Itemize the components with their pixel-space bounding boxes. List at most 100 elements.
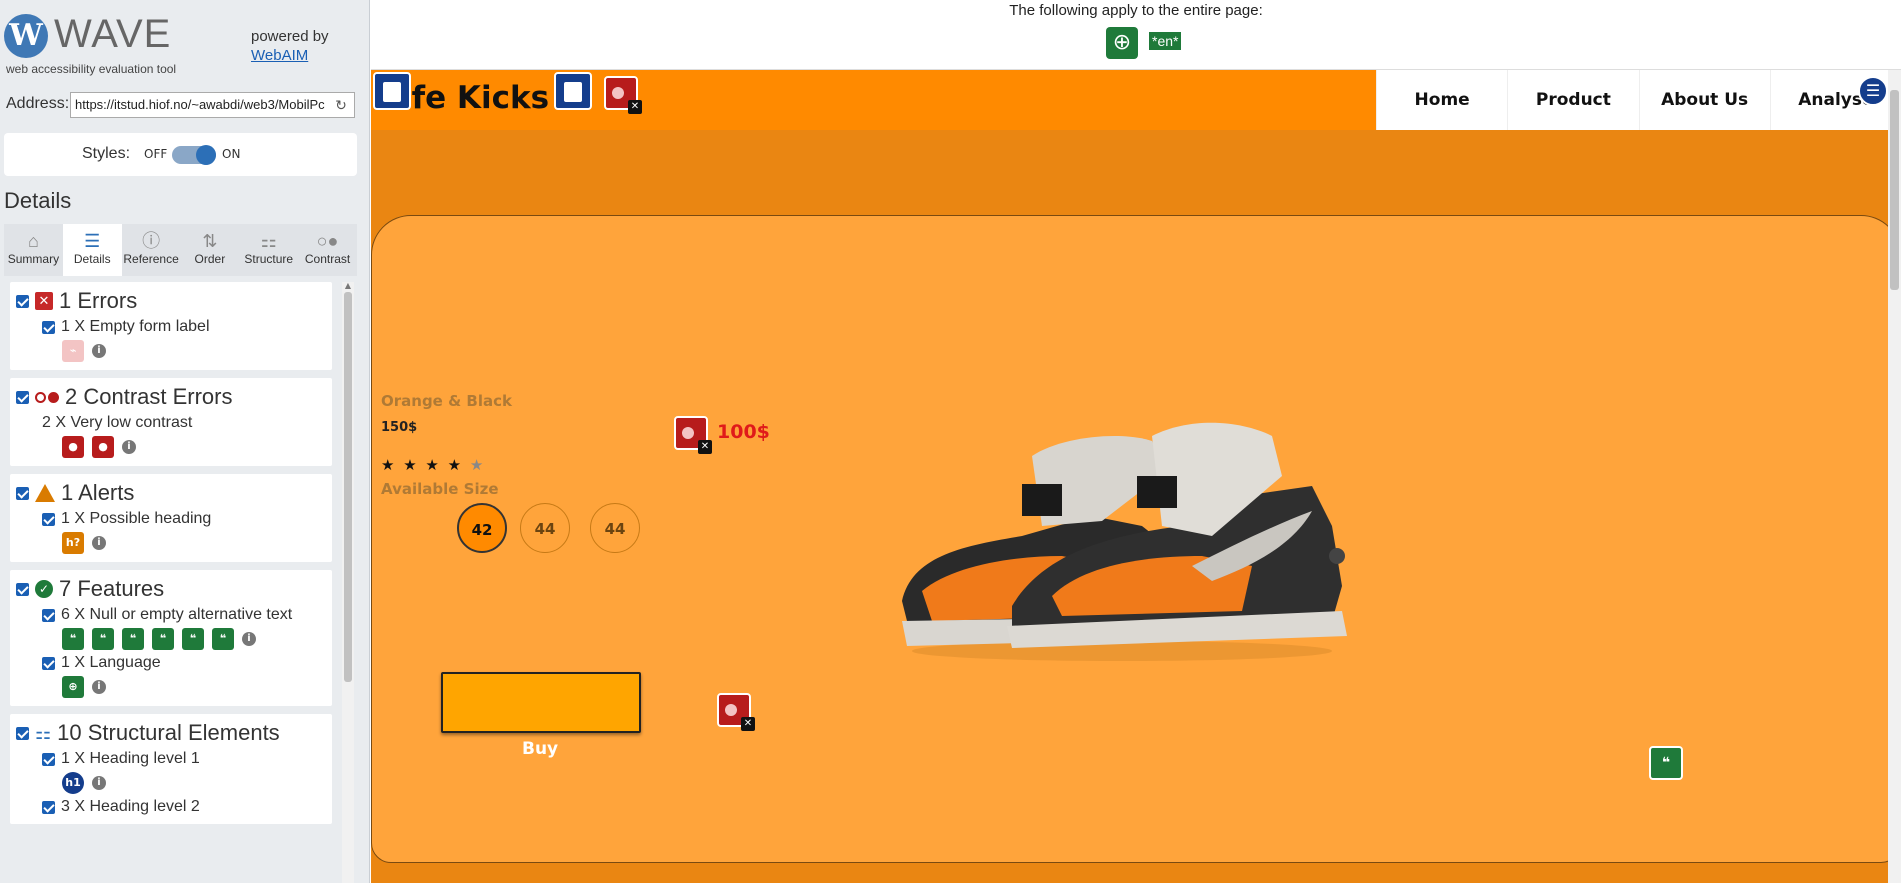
null-alt-icon[interactable]: ❝ xyxy=(182,628,204,650)
category-alerts: 1 Alerts 1 X Possible heading h? i xyxy=(10,474,332,562)
null-alt-icon[interactable]: ❝ xyxy=(212,628,234,650)
feature-item: 1 X Language xyxy=(42,654,326,672)
tab-reference[interactable]: ⓘ Reference xyxy=(122,224,181,276)
null-alt-icon[interactable]: ❝ xyxy=(62,628,84,650)
wave-subtitle: web accessibility evaluation tool xyxy=(6,62,177,76)
buy-label: Buy xyxy=(522,739,559,759)
info-icon[interactable]: i xyxy=(122,440,136,454)
empty-form-label-icon[interactable]: ⌁ xyxy=(62,340,84,362)
possible-heading-icon[interactable]: h? xyxy=(62,532,84,554)
feature-item-checkbox[interactable] xyxy=(42,656,55,670)
category-contrast: 2 Contrast Errors 2 X Very low contrast … xyxy=(10,378,332,466)
address-value: https://itstud.hiof.no/~awabdi/web3/Mobi… xyxy=(75,97,325,112)
wave-contrast-icon[interactable]: ✕ xyxy=(674,416,712,454)
tab-details[interactable]: ☰ Details xyxy=(62,224,122,276)
scroll-thumb[interactable] xyxy=(344,292,352,682)
tab-order[interactable]: ⇅ Order xyxy=(180,224,239,276)
nav-product[interactable]: Product xyxy=(1507,70,1638,130)
wave-null-alt-icon[interactable]: ❝ xyxy=(1649,746,1683,780)
category-errors-header: ✕ 1 Errors xyxy=(16,288,326,314)
site-nav: Home Product About Us Analyse xyxy=(1376,70,1901,130)
language-globe-icon[interactable]: ⊕ xyxy=(1106,27,1138,59)
very-low-contrast-icon[interactable]: ● xyxy=(92,436,114,458)
null-alt-icon[interactable]: ❝ xyxy=(122,628,144,650)
contrast-checkbox[interactable] xyxy=(16,390,29,404)
structure-item: 1 X Heading level 1 xyxy=(42,750,326,768)
category-structure-header: ⚏ 10 Structural Elements xyxy=(16,720,326,746)
heading-level-1-icon[interactable]: h1 xyxy=(62,772,84,794)
details-heading: Details xyxy=(4,188,72,213)
site-brand[interactable]: ife Kicks xyxy=(401,80,549,116)
buy-button[interactable] xyxy=(441,672,641,733)
wave-list-icon[interactable]: ☰ xyxy=(1858,76,1888,106)
structure-checkbox[interactable] xyxy=(16,726,29,740)
size-option[interactable]: 44 xyxy=(590,503,640,553)
details-panel: ✕ 1 Errors 1 X Empty form label ⌁ i 2 Co… xyxy=(10,282,332,883)
address-input[interactable]: https://itstud.hiof.no/~awabdi/web3/Mobi… xyxy=(70,92,355,118)
tab-structure[interactable]: ⚏ Structure xyxy=(239,224,298,276)
page-scroll-thumb[interactable] xyxy=(1890,90,1899,290)
tab-contrast[interactable]: ○● Contrast xyxy=(298,224,357,276)
wave-doc-icon[interactable] xyxy=(373,72,411,110)
tab-contrast-label: Contrast xyxy=(304,252,351,266)
error-icon: ✕ xyxy=(35,292,53,310)
error-item-checkbox[interactable] xyxy=(42,320,55,334)
contrast-item: 2 X Very low contrast xyxy=(42,414,326,432)
powered-by: powered by WebAIM xyxy=(251,28,329,64)
scroll-up-arrow[interactable]: ▲ xyxy=(342,282,354,290)
structure-item-label: 1 X Heading level 1 xyxy=(61,750,200,767)
alerts-checkbox[interactable] xyxy=(16,486,29,500)
structure-item-icons: h1 i xyxy=(62,772,326,794)
wave-contrast-icon[interactable]: ✕ xyxy=(717,693,755,731)
info-icon[interactable]: i xyxy=(242,632,256,646)
feature-item-checkbox[interactable] xyxy=(42,608,55,622)
styles-toggle-knob xyxy=(196,145,216,165)
page-wide-notice: The following apply to the entire page: … xyxy=(371,0,1901,70)
error-item-label: 1 X Empty form label xyxy=(61,318,210,335)
language-icon[interactable]: ⊕ xyxy=(62,676,84,698)
panel-scrollbar[interactable]: ▲ xyxy=(342,282,354,883)
structure-item-checkbox[interactable] xyxy=(42,800,55,814)
size-option[interactable]: 42 xyxy=(457,503,507,553)
wave-logo-icon: W xyxy=(4,14,48,58)
structure-item-checkbox[interactable] xyxy=(42,752,55,766)
address-row: Address: https://itstud.hiof.no/~awabdi/… xyxy=(0,90,370,120)
wave-empty-label-icon[interactable]: ✕ xyxy=(604,76,642,114)
features-checkbox[interactable] xyxy=(16,582,29,596)
styles-toggle[interactable] xyxy=(172,145,216,165)
powered-by-label: powered by xyxy=(251,28,329,45)
info-icon[interactable]: i xyxy=(92,680,106,694)
rating-stars-filled: ★ ★ ★ ★ xyxy=(381,456,464,474)
page-wide-notice-text: The following apply to the entire page: xyxy=(1009,2,1263,19)
reload-icon[interactable]: ↻ xyxy=(332,93,350,117)
category-contrast-header: 2 Contrast Errors xyxy=(16,384,326,410)
wave-doc-icon[interactable] xyxy=(554,72,592,110)
page-scrollbar[interactable] xyxy=(1888,70,1901,883)
category-structure: ⚏ 10 Structural Elements 1 X Heading lev… xyxy=(10,714,332,824)
nav-home[interactable]: Home xyxy=(1376,70,1507,130)
features-title: 7 Features xyxy=(59,576,165,601)
structure-icon: ⚏ xyxy=(35,722,52,743)
info-icon[interactable]: i xyxy=(92,536,106,550)
structure-item-label: 3 X Heading level 2 xyxy=(61,798,200,815)
errors-checkbox[interactable] xyxy=(16,294,29,308)
home-icon: ⌂ xyxy=(27,231,39,251)
wave-error-x-icon: ✕ xyxy=(628,100,642,114)
null-alt-icon[interactable]: ❝ xyxy=(92,628,114,650)
alert-item-checkbox[interactable] xyxy=(42,512,55,526)
null-alt-icon[interactable]: ❝ xyxy=(152,628,174,650)
webaim-link[interactable]: WebAIM xyxy=(251,47,329,64)
error-item: 1 X Empty form label xyxy=(42,318,326,336)
size-option[interactable]: 44 xyxy=(520,503,570,553)
alert-item-icons: h? i xyxy=(62,532,326,554)
available-size-label: Available Size xyxy=(381,480,499,498)
wave-error-x-icon: ✕ xyxy=(741,717,755,731)
info-icon[interactable]: i xyxy=(92,776,106,790)
very-low-contrast-icon[interactable]: ● xyxy=(62,436,84,458)
info-icon[interactable]: i xyxy=(92,344,106,358)
product-price: 150$ xyxy=(381,420,418,435)
sale-price: 100$ xyxy=(717,421,770,443)
contrast-error-icon xyxy=(35,391,59,403)
tab-summary[interactable]: ⌂ Summary xyxy=(4,224,63,276)
nav-about-us[interactable]: About Us xyxy=(1638,70,1770,130)
